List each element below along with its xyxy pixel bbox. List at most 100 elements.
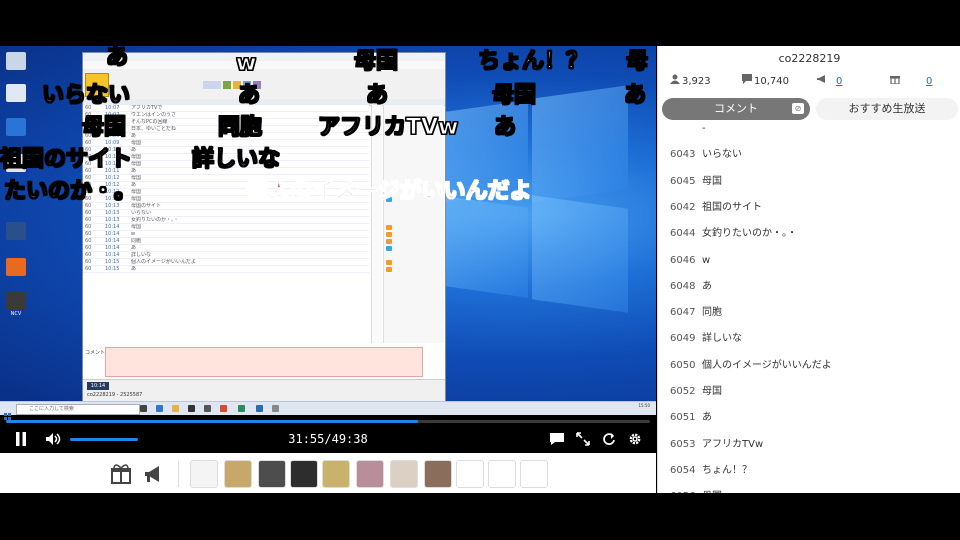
viewer-count: 3,923 bbox=[670, 74, 711, 87]
player-controls: 31:55/49:38 bbox=[0, 426, 656, 452]
comment-text: アフリカTVw bbox=[702, 438, 764, 450]
ad-button[interactable] bbox=[142, 463, 164, 485]
comment-row[interactable]: 6048 あ bbox=[658, 274, 960, 300]
user-tag bbox=[386, 260, 392, 265]
row-time: 10:13 bbox=[105, 217, 120, 223]
recycle-bin-icon-glyph bbox=[6, 52, 26, 70]
pc-icon bbox=[4, 84, 28, 102]
row-comment: あ bbox=[131, 147, 137, 153]
row-comment: ウエンはインのうさ bbox=[131, 112, 177, 118]
app-list-row: 60 10:14 あ bbox=[83, 245, 369, 252]
row-number: 60 bbox=[85, 252, 92, 258]
comment-number: 6053 bbox=[670, 438, 696, 450]
gift-icon bbox=[111, 464, 131, 484]
video-player[interactable]: NCV 60 10:07 アフリカTVで 60 10:07 ウエンはインのうさ 60 10:0… bbox=[0, 46, 656, 452]
app-list-row: 60 10:13 母国のサイト bbox=[83, 203, 369, 210]
app-list-row: 60 10:14 詳しいな bbox=[83, 252, 369, 259]
pause-icon bbox=[16, 432, 26, 446]
gift-slot-character-2[interactable] bbox=[258, 460, 286, 488]
gift-slot-empty[interactable] bbox=[190, 460, 218, 488]
comment-row[interactable]: 6056母国 bbox=[658, 484, 960, 493]
gift-icon bbox=[890, 74, 902, 87]
gift-slot-dinosaur[interactable] bbox=[322, 460, 350, 488]
row-comment: 母国 bbox=[131, 154, 142, 160]
gift-slot-empty-2[interactable] bbox=[488, 460, 516, 488]
comment-row[interactable]: 6053 アフリカTVw bbox=[658, 432, 960, 458]
gift-slot-anime-1[interactable] bbox=[356, 460, 384, 488]
tab-comment[interactable]: コメント ⊘ bbox=[662, 98, 810, 120]
comment-row[interactable]: 6051 あ bbox=[658, 405, 960, 431]
comment-row[interactable]: 6043 いらない bbox=[658, 142, 960, 168]
gift-slot-empty-3[interactable] bbox=[520, 460, 548, 488]
comment-row[interactable]: 6042 祖国のサイト bbox=[658, 195, 960, 221]
seek-bar-progress bbox=[6, 420, 419, 423]
comment-row[interactable]: 6044 女釣りたいのか・。・ bbox=[658, 221, 960, 247]
gift-bar bbox=[0, 453, 656, 493]
windows-logo-pane bbox=[446, 196, 528, 298]
windows-logo-pane bbox=[532, 85, 628, 203]
ad-count: 0 bbox=[816, 74, 842, 87]
comment-text: あ bbox=[702, 280, 712, 292]
megaphone-icon bbox=[816, 74, 828, 87]
gift-button[interactable] bbox=[110, 463, 132, 485]
user-column bbox=[383, 105, 444, 343]
danmaku-comment: 母国 bbox=[491, 83, 537, 108]
comment-text: 女釣りたいのか・。・ bbox=[702, 228, 797, 240]
ncv-icon: NCV bbox=[4, 292, 28, 317]
gift-slot-face[interactable] bbox=[424, 460, 452, 488]
comment-settings-icon[interactable]: ⊘ bbox=[792, 103, 804, 114]
danmaku-comment: あ bbox=[237, 83, 261, 108]
taskbar-clock: 15:50 bbox=[638, 403, 650, 408]
comment-row[interactable]: 6045 母国 bbox=[658, 169, 960, 195]
comment-text: 個人のイメージがいいんだよ bbox=[702, 359, 832, 371]
comment-row[interactable]: 6047 同胞 bbox=[658, 300, 960, 326]
comment-row[interactable]: 6046 w bbox=[658, 248, 960, 274]
comment-row[interactable]: 6054 ちょん！？ bbox=[658, 458, 960, 484]
gift-slot-character-1[interactable] bbox=[224, 460, 252, 488]
settings-button[interactable] bbox=[624, 426, 646, 452]
app-list-row: 60 10:09 母国 bbox=[83, 140, 369, 147]
row-comment: いらない bbox=[131, 210, 152, 216]
danmaku-comment: アフリカTVw bbox=[317, 115, 459, 140]
input-label: コメント bbox=[85, 350, 106, 356]
app-icon-glyph bbox=[6, 222, 26, 240]
comment-number: 6043 bbox=[670, 149, 696, 161]
comment-row[interactable]: 6049 詳しいな bbox=[658, 326, 960, 352]
megaphone-icon bbox=[145, 466, 159, 482]
tab-comment-label: コメント bbox=[714, 102, 758, 115]
comment-count: 10,740 bbox=[742, 74, 789, 87]
comment-text: - bbox=[702, 126, 706, 134]
pause-button[interactable] bbox=[10, 426, 32, 452]
comment-row[interactable]: 6050 個人のイメージがいいんだよ bbox=[658, 353, 960, 379]
gift-slot-ed[interactable] bbox=[290, 460, 318, 488]
gift-slot-sketch[interactable] bbox=[456, 460, 484, 488]
tab-recommend[interactable]: おすすめ生放送 bbox=[816, 98, 958, 120]
danmaku-comment: 母国 bbox=[353, 49, 399, 74]
app-icon bbox=[4, 222, 28, 240]
recycle-bin-icon bbox=[4, 52, 28, 70]
comment-icon bbox=[550, 433, 564, 445]
app-taskbar-icon bbox=[220, 405, 227, 412]
firefox-icon bbox=[4, 258, 28, 276]
comment-row[interactable]: 6052 母国 bbox=[658, 379, 960, 405]
volume-button[interactable] bbox=[42, 426, 64, 452]
list-scroll-col bbox=[371, 105, 382, 343]
row-comment: 女釣りたいのか・。・ bbox=[131, 217, 179, 223]
row-number: 60 bbox=[85, 224, 92, 230]
taskbar-search: ここに入力して検索 bbox=[16, 404, 140, 415]
row-number: 60 bbox=[85, 259, 92, 265]
comment-toggle-button[interactable] bbox=[546, 426, 568, 452]
volume-slider[interactable] bbox=[70, 438, 138, 441]
danmaku-comment: 母 bbox=[625, 49, 649, 74]
gift-slot-monster[interactable] bbox=[390, 460, 418, 488]
reload-button[interactable] bbox=[598, 426, 620, 452]
row-number: 60 bbox=[85, 266, 92, 272]
ad-count-link[interactable]: 0 bbox=[836, 76, 842, 87]
fullscreen-button[interactable] bbox=[572, 426, 594, 452]
comment-list[interactable]: -6043 いらない 6045 母国 6042 祖国のサイト 6044 女釣りたいのか・。・ 6… bbox=[658, 126, 960, 493]
app-list-row: 60 10:14 w bbox=[83, 231, 369, 238]
danmaku-comment: 同胞 bbox=[217, 115, 263, 140]
comment-row[interactable]: - bbox=[658, 126, 960, 142]
gift-count-link[interactable]: 0 bbox=[926, 76, 932, 87]
tab-recommend-label: おすすめ生放送 bbox=[848, 102, 926, 115]
